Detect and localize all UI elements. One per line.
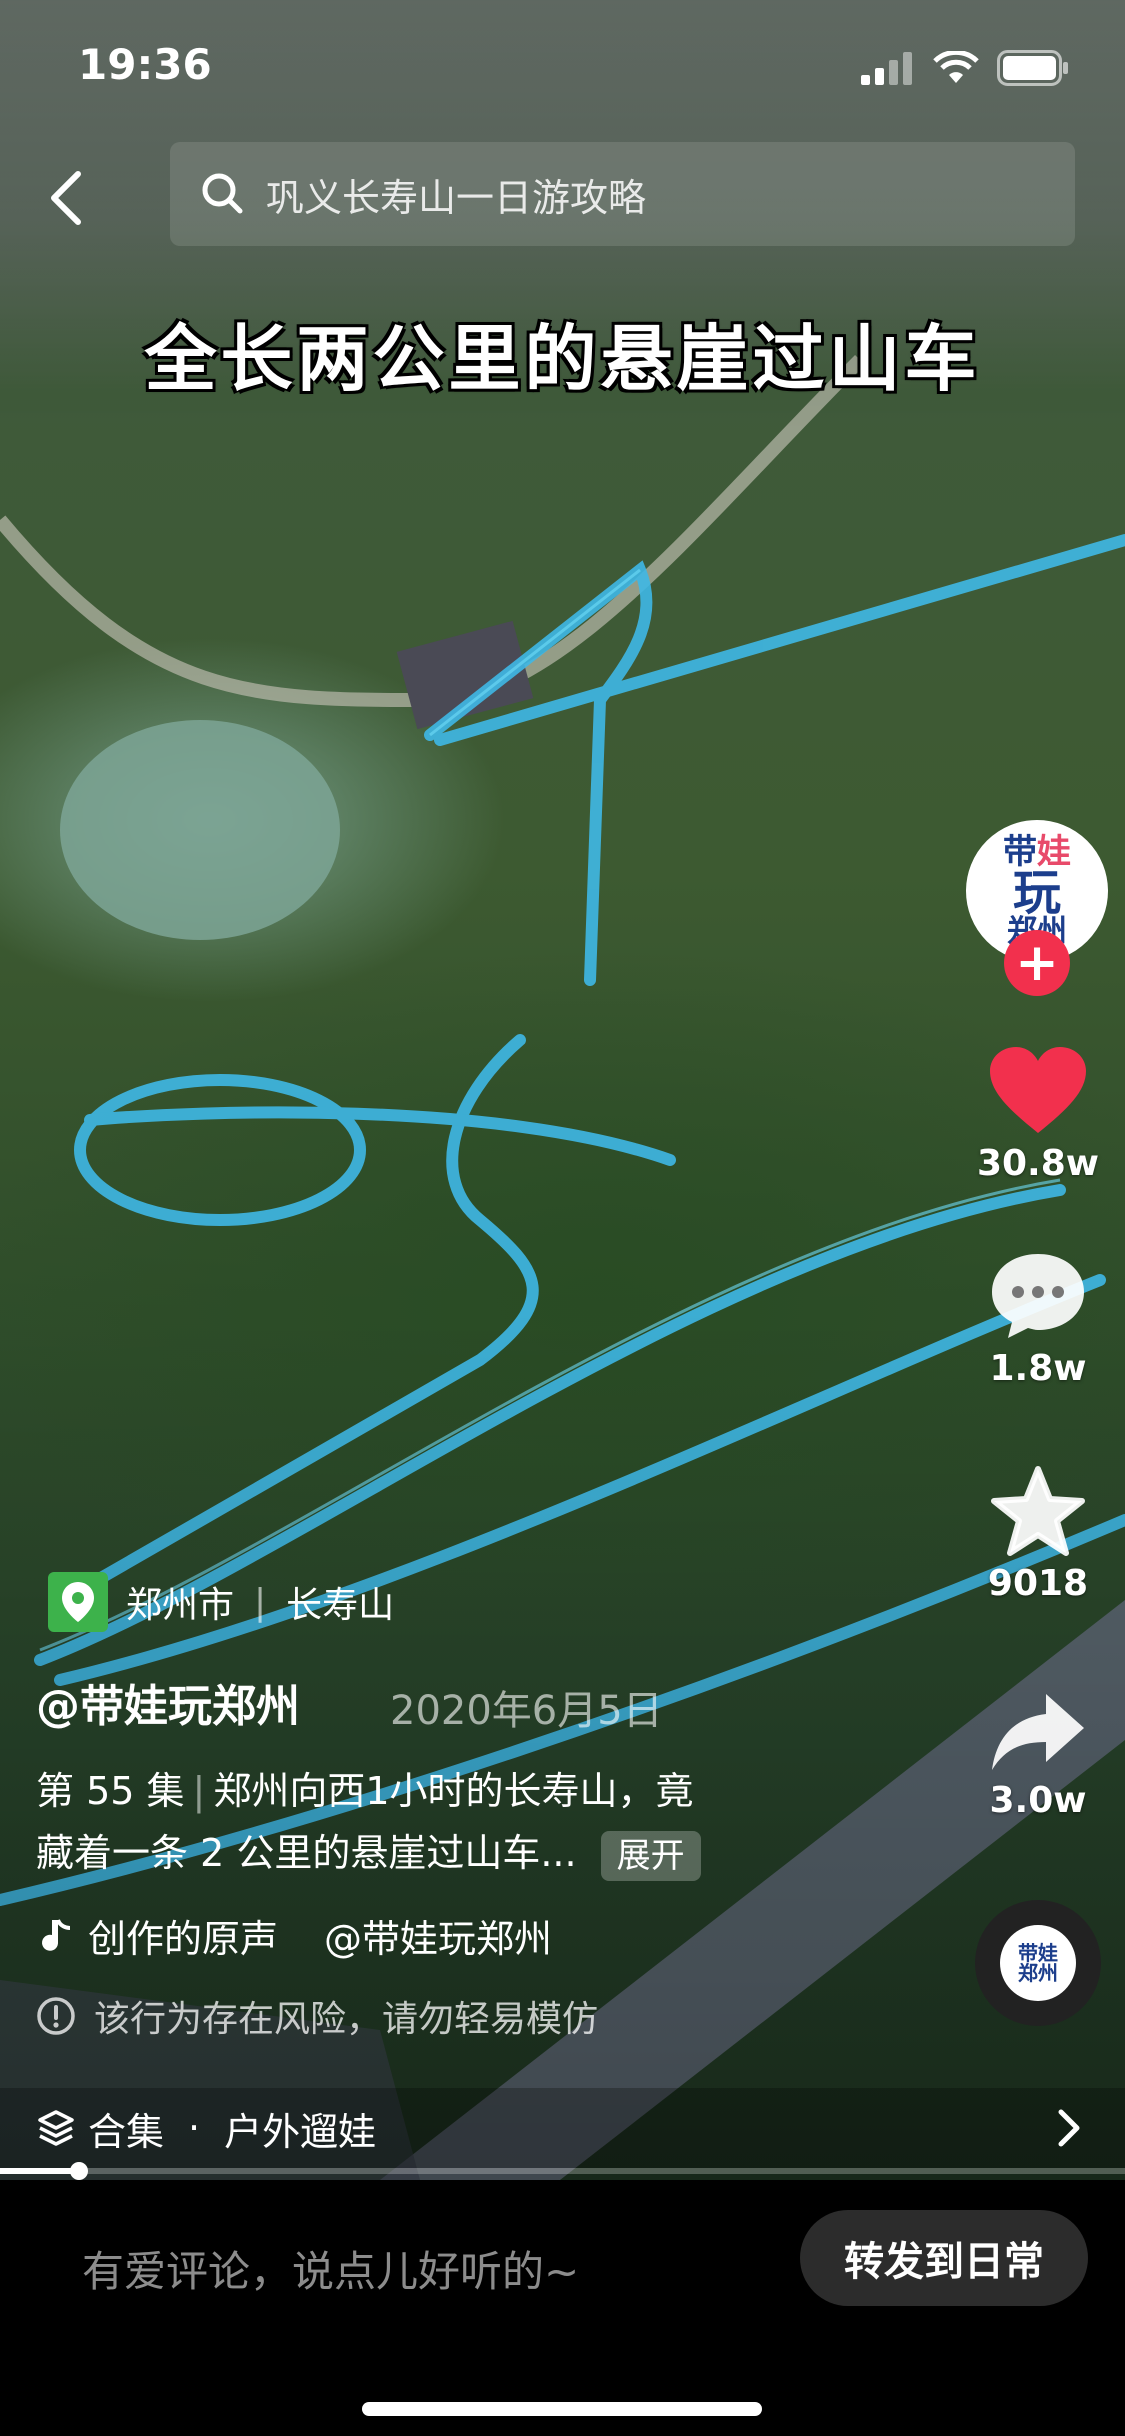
comment-input[interactable]: 有爱评论，说点儿好听的~ bbox=[82, 2238, 579, 2299]
progress-fill bbox=[0, 2168, 79, 2174]
comment-count: 1.8w bbox=[989, 1348, 1087, 1389]
collection-bar[interactable]: 合集 · 户外遛娃 bbox=[0, 2088, 1125, 2168]
search-icon bbox=[202, 173, 243, 214]
like-button[interactable]: 30.8w bbox=[958, 1045, 1118, 1184]
music-author: @带娃玩郑州 bbox=[324, 1917, 553, 1961]
share-to-daily-button[interactable]: 转发到日常 bbox=[800, 2210, 1088, 2306]
plus-icon: + bbox=[1015, 933, 1059, 993]
comment-button[interactable]: 1.8w bbox=[958, 1250, 1118, 1389]
wifi-icon bbox=[933, 51, 979, 83]
share-count: 3.0w bbox=[989, 1780, 1087, 1821]
avatar-char-3: 玩 bbox=[1012, 865, 1061, 921]
episode-label: 第 55 集 bbox=[36, 1769, 185, 1813]
video-caption: 全长两公里的悬崖过山车 bbox=[144, 317, 981, 401]
location-tag[interactable]: 郑州市 | 长寿山 bbox=[48, 1568, 394, 1636]
favorite-button[interactable]: 9018 bbox=[958, 1465, 1118, 1604]
expand-button[interactable]: 展开 bbox=[600, 1830, 701, 1881]
chevron-right-icon bbox=[1058, 2109, 1080, 2147]
music-disc[interactable]: 带娃 郑州 bbox=[975, 1900, 1101, 2026]
status-icons bbox=[861, 48, 1069, 88]
layers-icon bbox=[38, 2110, 74, 2146]
desc-divider: | bbox=[192, 1769, 206, 1813]
search-query: 巩义长寿山一日游攻略 bbox=[266, 175, 647, 220]
signal-icon bbox=[861, 52, 912, 85]
location-pin-icon bbox=[48, 1572, 108, 1632]
author-name[interactable]: @带娃玩郑州 bbox=[36, 1670, 300, 1734]
like-count: 30.8w bbox=[976, 1143, 1100, 1184]
collection-label: 合集 bbox=[88, 2109, 165, 2154]
video-description: 第 55 集 | 郑州向西1小时的长寿山，竟 藏着一条 2 公里的悬崖过山车... 展… bbox=[36, 1760, 856, 1884]
back-button[interactable] bbox=[40, 168, 100, 228]
location-place: 长寿山 bbox=[286, 1585, 395, 1626]
warning-icon bbox=[37, 1997, 75, 2035]
warning-text: 该行为存在风险，请勿轻易模仿 bbox=[94, 1999, 599, 2040]
desc-line-2: 藏着一条 2 公里的悬崖过山车... bbox=[36, 1831, 577, 1875]
video-progress-bar[interactable] bbox=[0, 2162, 1125, 2180]
post-date: 2020年6月5日 bbox=[390, 1688, 663, 1734]
desc-line-1: 郑州向西1小时的长寿山，竟 bbox=[213, 1769, 694, 1813]
search-bar[interactable]: 巩义长寿山一日游攻略 bbox=[170, 142, 1075, 246]
status-time: 19:36 bbox=[78, 40, 212, 89]
comment-icon bbox=[992, 1254, 1084, 1338]
music-disc-cover: 带娃 郑州 bbox=[1000, 1925, 1076, 2001]
disc-text-1: 带娃 bbox=[1018, 1941, 1058, 1965]
music-info[interactable]: 创作的原声 @带娃玩郑州 bbox=[36, 1908, 552, 1963]
location-divider: | bbox=[254, 1581, 267, 1623]
battery-icon bbox=[997, 50, 1068, 86]
follow-button[interactable]: + bbox=[1004, 930, 1070, 996]
risk-warning: 该行为存在风险，请勿轻易模仿 bbox=[36, 1990, 598, 2042]
collection-name: 户外遛娃 bbox=[224, 2109, 377, 2154]
back-arrow-icon bbox=[51, 171, 81, 225]
location-city: 郑州市 bbox=[126, 1585, 235, 1626]
music-note-icon bbox=[42, 1918, 71, 1951]
disc-text-2: 郑州 bbox=[1018, 1961, 1058, 1985]
collection-separator: · bbox=[188, 2106, 201, 2150]
bottom-comment-bar: 有爱评论，说点儿好听的~ 转发到日常 bbox=[0, 2180, 1125, 2436]
home-indicator bbox=[362, 2402, 762, 2416]
progress-handle[interactable] bbox=[69, 2162, 88, 2180]
share-button[interactable]: 3.0w bbox=[958, 1690, 1118, 1821]
star-icon bbox=[991, 1466, 1085, 1556]
favorite-count: 9018 bbox=[987, 1563, 1089, 1604]
music-title: 创作的原声 bbox=[88, 1917, 279, 1961]
share-arrow-icon bbox=[992, 1694, 1084, 1770]
heart-icon bbox=[990, 1047, 1086, 1133]
